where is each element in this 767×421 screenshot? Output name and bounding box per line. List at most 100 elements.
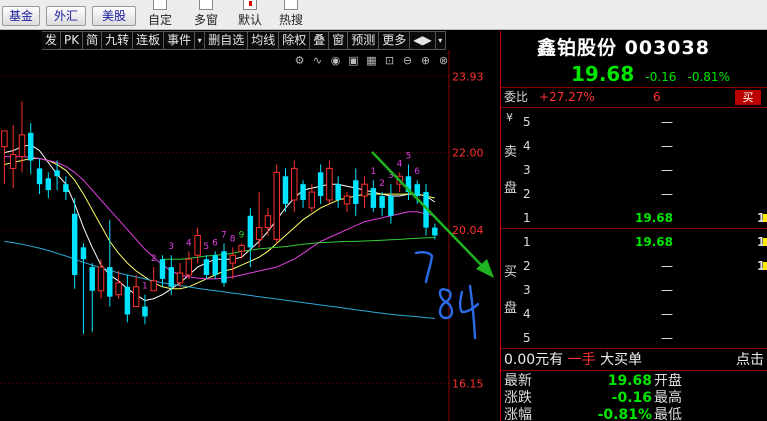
- hot-search-icon: [284, 0, 298, 10]
- td-marker: 4: [397, 159, 403, 169]
- candle-body: [168, 267, 175, 287]
- toolbar-item-0[interactable]: 发: [42, 32, 62, 49]
- click-text[interactable]: 点击: [736, 351, 764, 369]
- candle-body: [132, 286, 140, 308]
- buy-button[interactable]: 买: [735, 90, 761, 105]
- hands-text: 一手: [567, 352, 596, 368]
- buy-level-row[interactable]: 4—: [523, 303, 767, 325]
- candle-body: [326, 167, 333, 201]
- toolbar-item-14[interactable]: ◀▶: [410, 32, 436, 49]
- buy-side-label-top: 买: [504, 265, 518, 280]
- chart-icon-bar: ⚙ ∿ ◉ ▣ ▦ ⊡ ⊖ ⊕ ⊗: [292, 53, 452, 69]
- sell-volume-tick: [763, 214, 767, 222]
- sell-level-index: 2: [523, 187, 531, 201]
- quote-value: -0.81%: [597, 407, 652, 421]
- market-us-stock-button[interactable]: 美股: [92, 6, 136, 26]
- sell-level-row[interactable]: 2—: [523, 183, 767, 205]
- toolbar-item-5[interactable]: 事件: [164, 32, 196, 49]
- minus-icon[interactable]: ⊖: [400, 53, 415, 68]
- buy-level-row[interactable]: 1 19.68 1: [523, 231, 767, 253]
- sell-level-row[interactable]: 3—: [523, 159, 767, 181]
- weibi-value: +27.27%: [539, 90, 595, 104]
- td-marker: 2: [379, 179, 385, 189]
- ma-line: [4, 158, 435, 290]
- market-forex-button[interactable]: 外汇: [46, 6, 86, 26]
- buy-level-price: 19.68: [635, 235, 673, 249]
- candle-body: [388, 196, 394, 216]
- yen-label: ¥: [506, 111, 513, 124]
- candle-body: [353, 180, 359, 204]
- candle-body: [300, 184, 306, 200]
- sell-level-row[interactable]: 1 19.68 1: [523, 207, 767, 229]
- custom-label: 自定: [147, 13, 172, 27]
- default-label: 默认: [237, 13, 262, 27]
- toolbar-item-3[interactable]: 九转: [102, 32, 134, 49]
- candle-body: [1, 130, 8, 148]
- candle-body: [247, 215, 254, 248]
- plus-icon[interactable]: ⊕: [418, 53, 433, 68]
- market-fund-button[interactable]: 基金: [2, 6, 40, 26]
- candle-body: [432, 227, 438, 236]
- sell-level-index: 5: [523, 115, 531, 129]
- custom-tool[interactable]: 自定: [140, 0, 180, 30]
- candle-body: [150, 280, 157, 292]
- handwritten-four: [458, 284, 480, 340]
- candle-body: [414, 184, 420, 197]
- buy-level-row[interactable]: 2—1: [523, 255, 767, 277]
- toolbar-item-6[interactable]: ▾: [195, 32, 206, 49]
- close-icon[interactable]: ⊗: [436, 53, 451, 68]
- y-tick-label: 20.04: [452, 224, 484, 237]
- candle-body: [317, 172, 324, 197]
- handwritten-eight: [438, 288, 454, 320]
- toolbar-item-4[interactable]: 连板: [133, 32, 165, 49]
- buy-side-label-bottom: 盘: [504, 301, 518, 316]
- cube-icon[interactable]: ▣: [346, 53, 361, 68]
- toolbar-item-12[interactable]: 预测: [348, 32, 380, 49]
- toolbar-item-13[interactable]: 更多: [379, 32, 411, 49]
- toolbar-item-1[interactable]: PK: [61, 32, 84, 49]
- candle-body: [273, 171, 280, 240]
- candle-body: [343, 195, 351, 205]
- td-marker: 4: [186, 238, 192, 248]
- stock-title: 鑫铂股份 003038: [537, 37, 710, 59]
- sell-level-row[interactable]: 5—: [523, 111, 767, 133]
- td-marker: 1: [370, 167, 376, 177]
- sell-side-label-bottom: 盘: [504, 181, 518, 196]
- buy-level-index: 4: [523, 307, 531, 321]
- toolbar-item-10[interactable]: 叠: [310, 32, 330, 49]
- curve-icon[interactable]: ∿: [310, 53, 325, 68]
- buy-level-price: —: [661, 259, 673, 273]
- sell-level-row[interactable]: 4—: [523, 135, 767, 157]
- td-marker: 9: [239, 230, 245, 240]
- toolbar-item-2[interactable]: 简: [83, 32, 103, 49]
- kline-chart[interactable]: 23.9322.0020.0416.15123 4 5 67 8 9123456: [0, 50, 500, 421]
- candle-body: [238, 244, 245, 252]
- gear-icon[interactable]: ⚙: [292, 53, 307, 68]
- lock-icon[interactable]: ⊡: [382, 53, 397, 68]
- toolbar-item-8[interactable]: 均线: [248, 32, 280, 49]
- candle-body: [115, 282, 122, 296]
- candle-body: [28, 132, 34, 161]
- td-marker: 5: [405, 151, 411, 161]
- toolbar-item-15[interactable]: ▾: [435, 32, 446, 49]
- candle-body: [361, 183, 368, 197]
- calendar-icon[interactable]: ▦: [364, 53, 379, 68]
- buy-level-row[interactable]: 3—: [523, 279, 767, 301]
- candle-body: [45, 178, 52, 191]
- buy-level-row[interactable]: 5—: [523, 327, 767, 349]
- sell-level-price: 19.68: [635, 211, 673, 225]
- td-marker: 6: [414, 167, 420, 177]
- eye-icon[interactable]: ◉: [328, 53, 343, 68]
- top-toolbar: 基金 外汇 美股 自定 多窗 默认 热搜: [0, 0, 767, 30]
- hot-search-tool[interactable]: 热搜: [271, 0, 311, 30]
- toolbar-item-11[interactable]: 窗: [329, 32, 349, 49]
- custom-icon: [153, 0, 167, 10]
- toolbar-item-7[interactable]: 删自选: [205, 32, 249, 49]
- current-price: 19.68: [571, 62, 635, 86]
- multi-window-icon: [199, 0, 213, 10]
- toolbar-item-9[interactable]: 除权: [279, 32, 311, 49]
- y-tick-label: 22.00: [452, 147, 484, 160]
- default-tool[interactable]: 默认: [230, 0, 270, 30]
- buy-level-price: —: [661, 283, 673, 297]
- multi-window-tool[interactable]: 多窗: [186, 0, 226, 30]
